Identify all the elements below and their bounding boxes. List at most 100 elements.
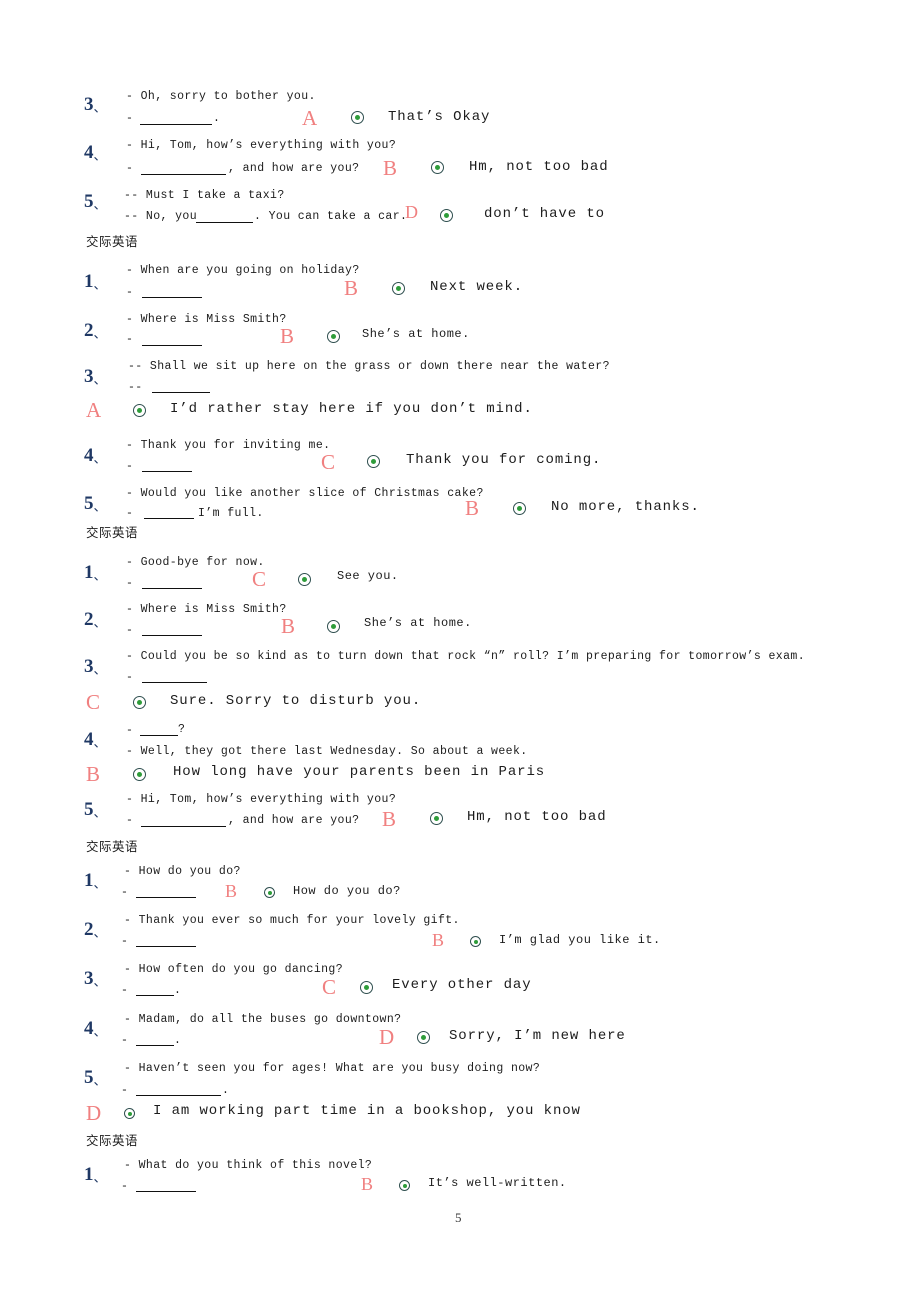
question-prompt: - Would you like another slice of Christ… — [126, 487, 484, 500]
answer-text: Thank you for coming. — [406, 452, 602, 468]
question-number: 5、 — [84, 493, 107, 514]
answer-letter: C — [322, 975, 337, 999]
question-prompt: - Well, they got there last Wednesday. S… — [126, 745, 528, 758]
reply-tail: . — [174, 984, 182, 997]
question-prompt: - Could you be so kind as to turn down t… — [126, 650, 806, 663]
answer-letter: D — [379, 1025, 395, 1049]
reply-tail: . You can take a car. — [254, 210, 408, 223]
question-number: 3、 — [84, 94, 107, 115]
answer-blank[interactable] — [136, 1045, 174, 1046]
radio-icon[interactable] — [124, 1108, 135, 1119]
answer-blank[interactable] — [136, 897, 196, 898]
reply-tail: . — [213, 112, 221, 125]
question-prompt: -- Shall we sit up here on the grass or … — [128, 360, 610, 373]
radio-icon[interactable] — [351, 111, 364, 124]
reply-dash: - — [126, 814, 134, 827]
answer-letter: D — [405, 202, 418, 222]
answer-letter: B — [382, 807, 397, 831]
reply-tail: . — [174, 1034, 182, 1047]
radio-icon[interactable] — [417, 1031, 430, 1044]
question-number: 2、 — [84, 919, 107, 940]
radio-icon[interactable] — [360, 981, 373, 994]
question-prompt: - Haven’t seen you for ages! What are yo… — [124, 1062, 541, 1075]
reply-tail: , and how are you? — [228, 162, 360, 175]
answer-blank[interactable] — [140, 735, 178, 736]
answer-blank[interactable] — [136, 995, 174, 996]
answer-blank[interactable] — [141, 826, 226, 827]
radio-icon[interactable] — [133, 404, 146, 417]
question-number: 4、 — [84, 445, 107, 466]
question-number: 3、 — [84, 366, 107, 387]
radio-icon[interactable] — [431, 161, 444, 174]
answer-text: don’t have to — [484, 206, 605, 222]
answer-blank[interactable] — [142, 682, 207, 683]
answer-blank[interactable] — [142, 588, 202, 589]
reply-tail: ? — [178, 723, 186, 736]
document-page: 3、 - Oh, sorry to bother you. - . A That… — [0, 0, 920, 1302]
answer-text: I am working part time in a bookshop, yo… — [153, 1103, 581, 1119]
question-number: 2、 — [84, 320, 107, 341]
answer-letter: A — [302, 106, 318, 130]
reply-dash: - — [121, 935, 129, 948]
reply-dash: - — [126, 460, 134, 473]
question-prompt: - Thank you for inviting me. — [126, 439, 331, 452]
answer-text: I’m glad you like it. — [499, 933, 661, 947]
radio-icon[interactable] — [392, 282, 405, 295]
answer-letter: A — [86, 398, 102, 422]
answer-blank[interactable] — [141, 174, 226, 175]
radio-icon[interactable] — [133, 768, 146, 781]
reply-dash: - — [121, 984, 129, 997]
answer-blank[interactable] — [142, 345, 202, 346]
answer-text: How long have your parents been in Paris — [173, 764, 546, 780]
reply-dash: - — [126, 671, 134, 684]
radio-icon[interactable] — [327, 620, 340, 633]
question-number: 1、 — [84, 271, 107, 292]
question-prompt: - Hi, Tom, how’s everything with you? — [126, 793, 397, 806]
reply-dash: - — [126, 333, 134, 346]
answer-letter: D — [86, 1101, 102, 1125]
radio-icon[interactable] — [430, 812, 443, 825]
answer-blank[interactable] — [136, 1191, 196, 1192]
answer-blank[interactable] — [136, 1095, 221, 1096]
radio-icon[interactable] — [298, 573, 311, 586]
answer-letter: B — [383, 156, 398, 180]
answer-blank[interactable] — [136, 946, 196, 947]
question-prompt: - Good-bye for now. — [126, 556, 265, 569]
question-number: 3、 — [84, 968, 107, 989]
answer-text: Hm, not too bad — [467, 809, 607, 825]
question-prompt: - Madam, do all the buses go downtown? — [124, 1013, 402, 1026]
answer-text: I’d rather stay here if you don’t mind. — [170, 401, 533, 417]
answer-blank[interactable] — [142, 297, 202, 298]
radio-icon[interactable] — [367, 455, 380, 468]
answer-blank[interactable] — [142, 635, 202, 636]
question-prompt: - Oh, sorry to bother you. — [126, 90, 316, 103]
answer-letter: C — [252, 567, 267, 591]
radio-icon[interactable] — [470, 936, 481, 947]
answer-blank[interactable] — [140, 124, 212, 125]
radio-icon[interactable] — [264, 887, 275, 898]
reply-dash: - — [126, 577, 134, 590]
question-prompt: - When are you going on holiday? — [126, 264, 360, 277]
answer-text: Next week. — [430, 279, 524, 295]
answer-blank[interactable] — [144, 518, 194, 519]
question-number: 1、 — [84, 1164, 107, 1185]
answer-letter: B — [86, 762, 101, 786]
question-number: 5、 — [84, 1067, 107, 1088]
reply-tail: , and how are you? — [228, 814, 360, 827]
answer-letter: B — [361, 1174, 374, 1194]
radio-icon[interactable] — [513, 502, 526, 515]
radio-icon[interactable] — [133, 696, 146, 709]
answer-blank[interactable] — [196, 222, 253, 223]
answer-letter: C — [321, 450, 336, 474]
section-heading: 交际英语 — [86, 525, 139, 540]
question-prompt: - How often do you go dancing? — [124, 963, 344, 976]
radio-icon[interactable] — [440, 209, 453, 222]
radio-icon[interactable] — [399, 1180, 410, 1191]
question-number: 3、 — [84, 656, 107, 677]
answer-blank[interactable] — [142, 471, 192, 472]
radio-icon[interactable] — [327, 330, 340, 343]
answer-text: Sorry, I’m new here — [449, 1028, 626, 1044]
question-number: 5、 — [84, 191, 107, 212]
question-number: 4、 — [84, 142, 107, 163]
answer-blank[interactable] — [152, 392, 210, 393]
